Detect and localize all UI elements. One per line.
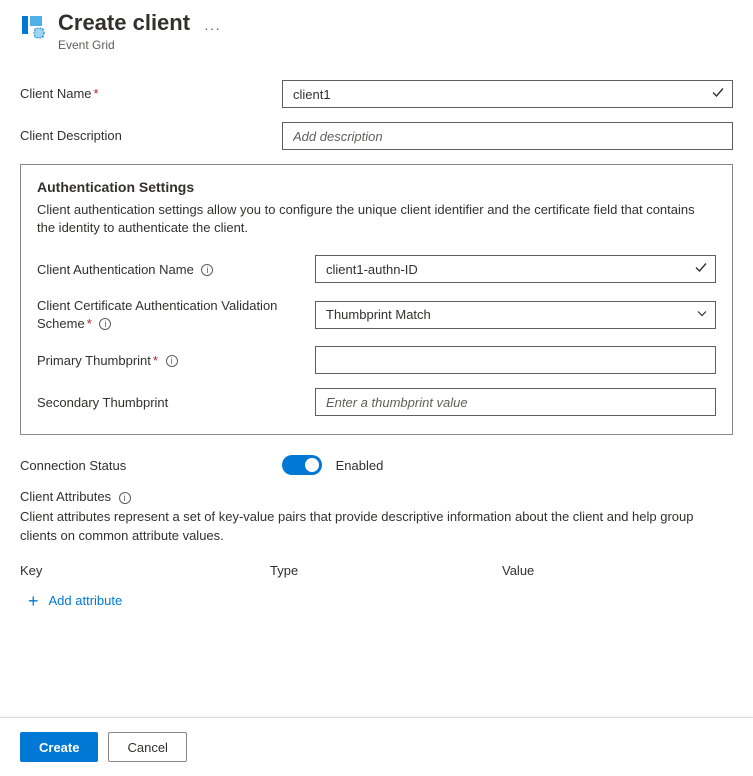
client-attributes-description: Client attributes represent a set of key… [20, 508, 733, 544]
required-asterisk: * [87, 316, 92, 331]
auth-section-title: Authentication Settings [37, 179, 716, 195]
page-subtitle: Event Grid [58, 38, 190, 52]
required-asterisk: * [94, 86, 99, 101]
column-header-type: Type [270, 563, 502, 578]
column-header-value: Value [502, 563, 733, 578]
validation-scheme-label: Client Certificate Authentication Valida… [37, 297, 315, 332]
client-description-input[interactable] [282, 122, 733, 150]
primary-thumbprint-label: Primary Thumbprint* i [37, 352, 315, 370]
client-attributes-label: Client Attributes i [20, 489, 131, 504]
primary-thumbprint-input[interactable] [315, 346, 716, 374]
column-header-key: Key [20, 563, 270, 578]
add-attribute-button[interactable]: + Add attribute [20, 592, 733, 610]
secondary-thumbprint-label: Secondary Thumbprint [37, 394, 315, 412]
page-title: Create client [58, 10, 190, 36]
authentication-settings-section: Authentication Settings Client authentic… [20, 164, 733, 435]
secondary-thumbprint-input[interactable] [315, 388, 716, 416]
add-attribute-label: Add attribute [49, 593, 123, 608]
info-icon[interactable]: i [99, 318, 111, 330]
plus-icon: + [28, 592, 39, 610]
client-description-label: Client Description [20, 127, 282, 145]
connection-status-label: Connection Status [20, 457, 282, 475]
footer-bar: Create Cancel [0, 717, 753, 776]
auth-name-label: Client Authentication Name i [37, 261, 315, 279]
info-icon[interactable]: i [201, 264, 213, 276]
cancel-button[interactable]: Cancel [108, 732, 186, 762]
event-grid-resource-icon [20, 14, 46, 40]
more-actions-button[interactable]: ··· [204, 20, 221, 36]
auth-name-input[interactable] [315, 255, 716, 283]
connection-status-value: Enabled [336, 458, 384, 473]
panel-header: Create client Event Grid ··· [0, 0, 753, 52]
create-button[interactable]: Create [20, 732, 98, 762]
validation-scheme-select[interactable] [315, 301, 716, 329]
client-name-input[interactable] [282, 80, 733, 108]
required-asterisk: * [153, 353, 158, 368]
attributes-table-header: Key Type Value [20, 563, 733, 578]
client-name-label: Client Name* [20, 85, 282, 103]
info-icon[interactable]: i [166, 355, 178, 367]
info-icon[interactable]: i [119, 492, 131, 504]
auth-section-description: Client authentication settings allow you… [37, 201, 716, 237]
connection-status-toggle[interactable] [282, 455, 322, 475]
